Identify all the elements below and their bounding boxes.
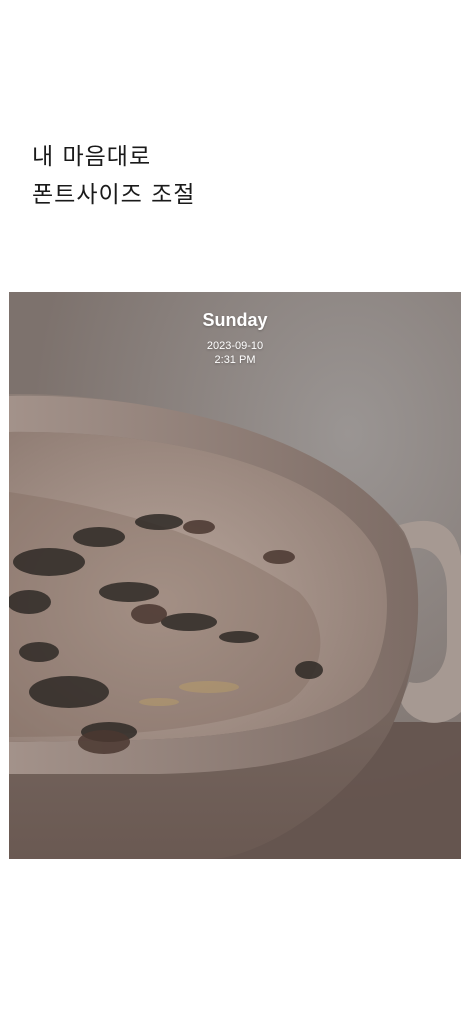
widget-preview-photo: Sunday 2023-09-10 2:31 PM [9, 292, 461, 859]
headline: 내 마음대로 폰트사이즈 조절 [32, 138, 195, 214]
headline-line-1: 내 마음대로 [32, 144, 152, 170]
headline-line-2: 폰트사이즈 조절 [32, 182, 196, 208]
widget-time: 2:31 PM [214, 354, 256, 366]
soup-cup-illustration [9, 292, 461, 859]
widget-day: Sunday [202, 310, 268, 330]
widget-date: 2023-09-10 [206, 340, 264, 352]
